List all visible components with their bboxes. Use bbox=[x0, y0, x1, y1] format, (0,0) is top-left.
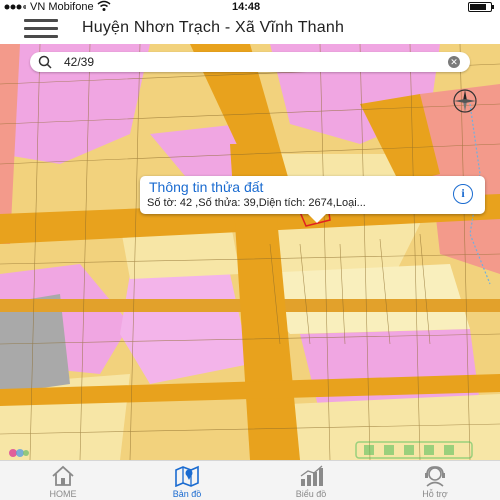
page-title: Huyện Nhơn Trạch - Xã Vĩnh Thanh bbox=[82, 19, 345, 36]
home-icon bbox=[52, 465, 74, 486]
tab-chart[interactable]: Biểu đồ bbox=[276, 461, 346, 500]
tab-support-label: Hỗ trợ bbox=[422, 489, 448, 499]
tab-home[interactable]: HOME bbox=[28, 461, 98, 500]
tab-home-label: HOME bbox=[49, 489, 77, 499]
tab-map-label: Bản đồ bbox=[172, 489, 202, 499]
tab-chart-label: Biểu đồ bbox=[295, 489, 327, 499]
map-canvas[interactable] bbox=[0, 44, 500, 460]
search-input[interactable] bbox=[64, 54, 434, 70]
info-icon[interactable]: i bbox=[453, 184, 473, 204]
app-logo-icon bbox=[9, 449, 29, 457]
tab-map[interactable]: Bản đồ bbox=[152, 461, 222, 500]
carrier-name: VN Mobifone bbox=[30, 1, 94, 13]
battery-icon bbox=[468, 2, 494, 12]
clock: 14:48 bbox=[232, 1, 261, 13]
signal-icon bbox=[4, 4, 26, 10]
search-bar: ✕ bbox=[30, 52, 470, 72]
status-bar: VN Mobifone 14:48 bbox=[0, 0, 500, 14]
map-icon bbox=[175, 465, 199, 487]
map-layer bbox=[0, 44, 500, 460]
menu-icon[interactable] bbox=[24, 19, 58, 39]
app-header: Huyện Nhơn Trạch - Xã Vĩnh Thanh bbox=[0, 14, 500, 44]
watermark-logo bbox=[355, 441, 473, 459]
wifi-icon bbox=[97, 0, 111, 11]
search-icon bbox=[38, 55, 52, 69]
tab-support[interactable]: Hỗ trợ bbox=[400, 461, 470, 500]
compass-icon[interactable] bbox=[452, 88, 478, 114]
support-icon bbox=[425, 466, 445, 487]
parcel-info-popup[interactable]: Thông tin thửa đất Số tờ: 42 ,Số thửa: 3… bbox=[140, 176, 485, 223]
clear-icon[interactable]: ✕ bbox=[448, 56, 460, 68]
popup-subtitle: Số tờ: 42 ,Số thửa: 39,Diện tích: 2674,L… bbox=[147, 197, 366, 209]
popup-title: Thông tin thửa đất bbox=[149, 179, 264, 195]
chart-icon bbox=[300, 465, 323, 486]
bottom-tab-bar: HOME Bản đồ Biểu đồ Hỗ trợ bbox=[0, 460, 500, 500]
